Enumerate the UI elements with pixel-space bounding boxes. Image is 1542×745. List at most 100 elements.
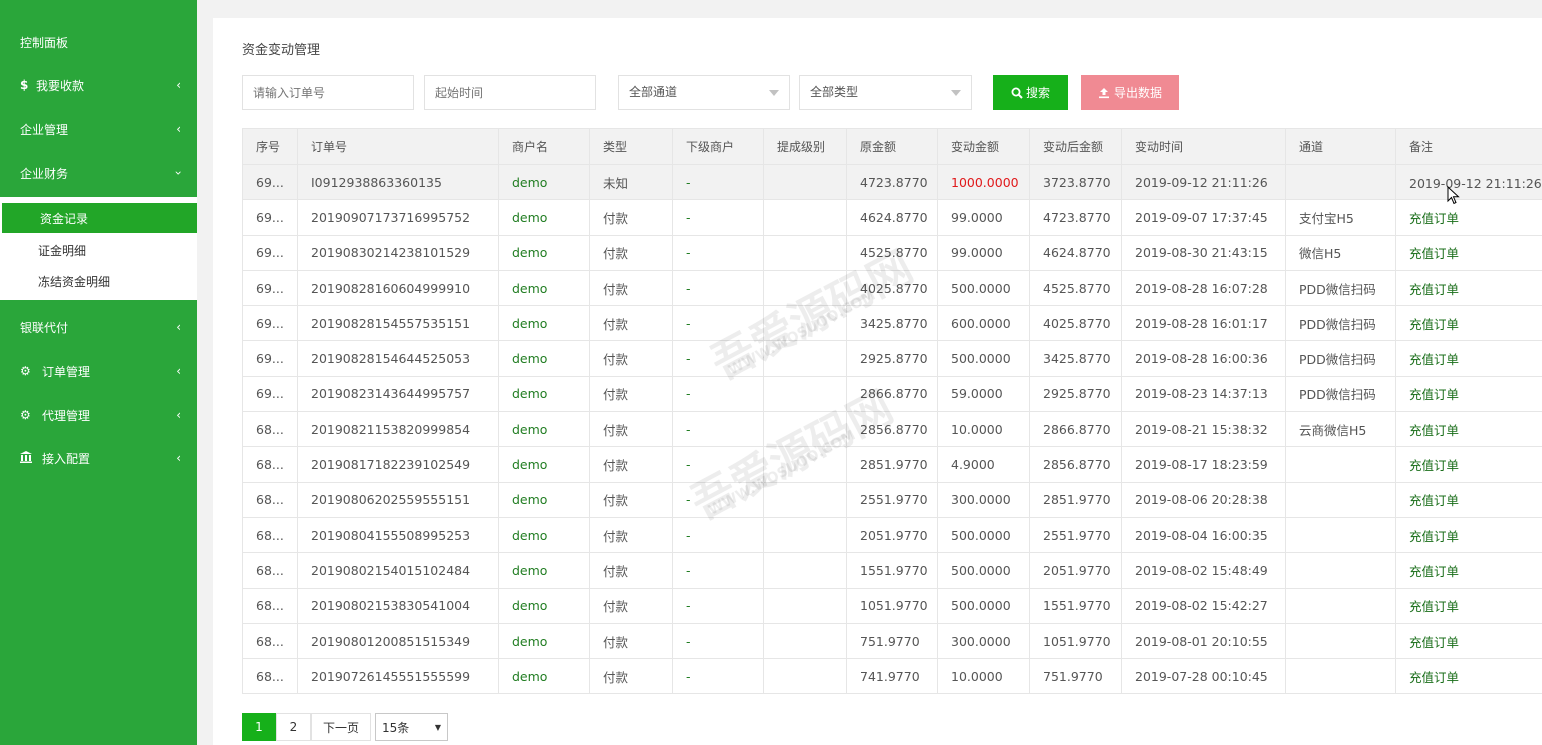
cell-order: 20190802154015102484 — [297, 552, 499, 589]
column-header[interactable]: 提成级别 — [763, 128, 847, 165]
cell-type: 付款 — [589, 658, 673, 695]
submenu-item-frozen-details[interactable]: 冻结资金明细 — [0, 266, 197, 296]
column-header[interactable]: 类型 — [589, 128, 673, 165]
cell-sub: - — [672, 234, 764, 271]
cell-merchant: demo — [498, 481, 590, 518]
page-2-button[interactable]: 2 — [276, 713, 311, 741]
table-row[interactable]: 68... 20190821153820999854 demo 付款 - 2856.877… — [242, 411, 1542, 448]
submenu-item-deposit-details[interactable]: 证金明细 — [0, 235, 197, 265]
column-header[interactable]: 备注 — [1395, 128, 1542, 165]
cell-id: 69... — [242, 269, 298, 307]
type-select[interactable]: 全部类型 — [799, 75, 972, 110]
column-header[interactable]: 变动金额 — [937, 128, 1030, 165]
cell-sub: - — [672, 163, 764, 201]
cell-level — [763, 587, 847, 624]
column-header[interactable]: 下级商户 — [672, 128, 764, 165]
cell-channel — [1285, 622, 1396, 660]
sidebar: 控制面板 $ 我要收款 ‹ 企业管理 ‹ 企业财务 › 资金记录 证金明细 冻结… — [0, 0, 197, 745]
cell-sub: - — [672, 199, 764, 236]
chevron-left-icon: ‹ — [176, 408, 181, 422]
table-row[interactable]: 69... 20190830214238101529 demo 付款 - 4525.877… — [242, 234, 1542, 271]
table-row[interactable]: 68... 20190804155508995253 demo 付款 - 2051.977… — [242, 516, 1542, 554]
cell-level — [763, 234, 847, 271]
sidebar-item-receive[interactable]: $ 我要收款 ‹ — [0, 70, 197, 100]
sidebar-item-enterprise[interactable]: 企业管理 ‹ — [0, 114, 197, 144]
order-number-input[interactable] — [242, 75, 414, 110]
cell-level — [763, 305, 847, 342]
table-row[interactable]: 68... 20190726145551555599 demo 付款 - 741.9770… — [242, 658, 1542, 695]
cell-type: 付款 — [589, 446, 673, 483]
sidebar-item-orders[interactable]: ⚙ 订单管理 ‹ — [0, 356, 197, 386]
next-page-button[interactable]: 下一页 — [311, 713, 371, 741]
chevron-left-icon: ‹ — [176, 451, 181, 465]
column-header[interactable]: 商户名 — [498, 128, 590, 165]
table-row[interactable]: 69... I0912938863360135 demo 未知 - 4723.8770 10… — [242, 163, 1542, 201]
cell-after: 3425.8770 — [1029, 340, 1122, 377]
sidebar-item-label: 我要收款 — [36, 78, 85, 93]
cell-merchant: demo — [498, 658, 590, 695]
cell-orig: 741.9770 — [846, 658, 938, 695]
channel-select[interactable]: 全部通道 — [618, 75, 790, 110]
cell-id: 68... — [242, 411, 298, 448]
cell-note: 充值订单 — [1395, 516, 1542, 554]
search-button[interactable]: 搜索 — [993, 75, 1068, 110]
submenu-item-label: 资金记录 — [40, 211, 89, 226]
table-row[interactable]: 68... 20190817182239102549 demo 付款 - 2851.977… — [242, 446, 1542, 483]
cell-orig: 751.9770 — [846, 622, 938, 660]
cell-time: 2019-08-17 18:23:59 — [1121, 446, 1286, 483]
cell-order: 20190828154644525053 — [297, 340, 499, 377]
page-size-select[interactable]: 15条 ▼ — [375, 713, 448, 741]
export-button[interactable]: 导出数据 — [1081, 75, 1179, 110]
cell-level — [763, 199, 847, 236]
cell-order: 20190828154557535151 — [297, 305, 499, 342]
cell-channel — [1285, 552, 1396, 589]
cell-after: 4025.8770 — [1029, 305, 1122, 342]
cell-time: 2019-08-28 16:01:17 — [1121, 305, 1286, 342]
cell-merchant: demo — [498, 516, 590, 554]
table-row[interactable]: 68... 20190806202559555151 demo 付款 - 2551.977… — [242, 481, 1542, 518]
table-row[interactable]: 69... 20190823143644995757 demo 付款 - 2866.877… — [242, 375, 1542, 413]
submenu-item-fund-records[interactable]: 资金记录 — [2, 203, 197, 233]
cell-time: 2019-09-12 21:11:26 — [1121, 163, 1286, 201]
sidebar-item-finance[interactable]: 企业财务 › — [0, 158, 197, 188]
cell-time: 2019-08-02 15:48:49 — [1121, 552, 1286, 589]
gears-icon: ⚙ — [20, 364, 31, 378]
start-time-input[interactable] — [424, 75, 596, 110]
cell-order: 20190806202559555151 — [297, 481, 499, 518]
sidebar-item-unionpay[interactable]: 银联代付 ‹ — [0, 312, 197, 342]
column-header[interactable]: 原金额 — [846, 128, 938, 165]
cell-note: 充值订单 — [1395, 375, 1542, 413]
cell-time: 2019-08-04 16:00:35 — [1121, 516, 1286, 554]
sidebar-item-label: 订单管理 — [42, 364, 91, 379]
table-row[interactable]: 69... 20190828154644525053 demo 付款 - 2925.877… — [242, 340, 1542, 377]
search-icon — [1011, 87, 1023, 99]
cell-merchant: demo — [498, 199, 590, 236]
table-row[interactable]: 69... 20190907173716995752 demo 付款 - 4624.877… — [242, 199, 1542, 236]
type-select-value: 全部类型 — [810, 85, 859, 99]
caret-down-icon — [951, 90, 961, 96]
sidebar-item-access-config[interactable]: 接入配置 ‹ — [0, 443, 197, 473]
column-header[interactable]: 序号 — [242, 128, 298, 165]
table-row[interactable]: 69... 20190828160604999910 demo 付款 - 4025.877… — [242, 269, 1542, 307]
column-header[interactable]: 通道 — [1285, 128, 1396, 165]
cell-after: 2856.8770 — [1029, 446, 1122, 483]
column-header[interactable]: 变动后金额 — [1029, 128, 1122, 165]
table-row[interactable]: 68... 20190802154015102484 demo 付款 - 1551.977… — [242, 552, 1542, 589]
column-header[interactable]: 订单号 — [297, 128, 499, 165]
cell-note: 充值订单 — [1395, 411, 1542, 448]
export-button-label: 导出数据 — [1113, 86, 1162, 100]
cell-change: 10.0000 — [937, 658, 1030, 695]
table-row[interactable]: 68... 20190801200851515349 demo 付款 - 751.9770… — [242, 622, 1542, 660]
table-row[interactable]: 69... 20190828154557535151 demo 付款 - 3425.877… — [242, 305, 1542, 342]
cell-time: 2019-08-06 20:28:38 — [1121, 481, 1286, 518]
cell-note: 充值订单 — [1395, 199, 1542, 236]
sidebar-item-dashboard[interactable]: 控制面板 — [0, 27, 197, 57]
page-1-button[interactable]: 1 — [242, 713, 276, 741]
cell-type: 付款 — [589, 234, 673, 271]
channel-select-value: 全部通道 — [629, 85, 678, 99]
cell-order: 20190830214238101529 — [297, 234, 499, 271]
sidebar-item-agents[interactable]: ⚙ 代理管理 ‹ — [0, 400, 197, 430]
column-header[interactable]: 变动时间 — [1121, 128, 1286, 165]
table-row[interactable]: 68... 20190802153830541004 demo 付款 - 1051.977… — [242, 587, 1542, 624]
cell-merchant: demo — [498, 622, 590, 660]
